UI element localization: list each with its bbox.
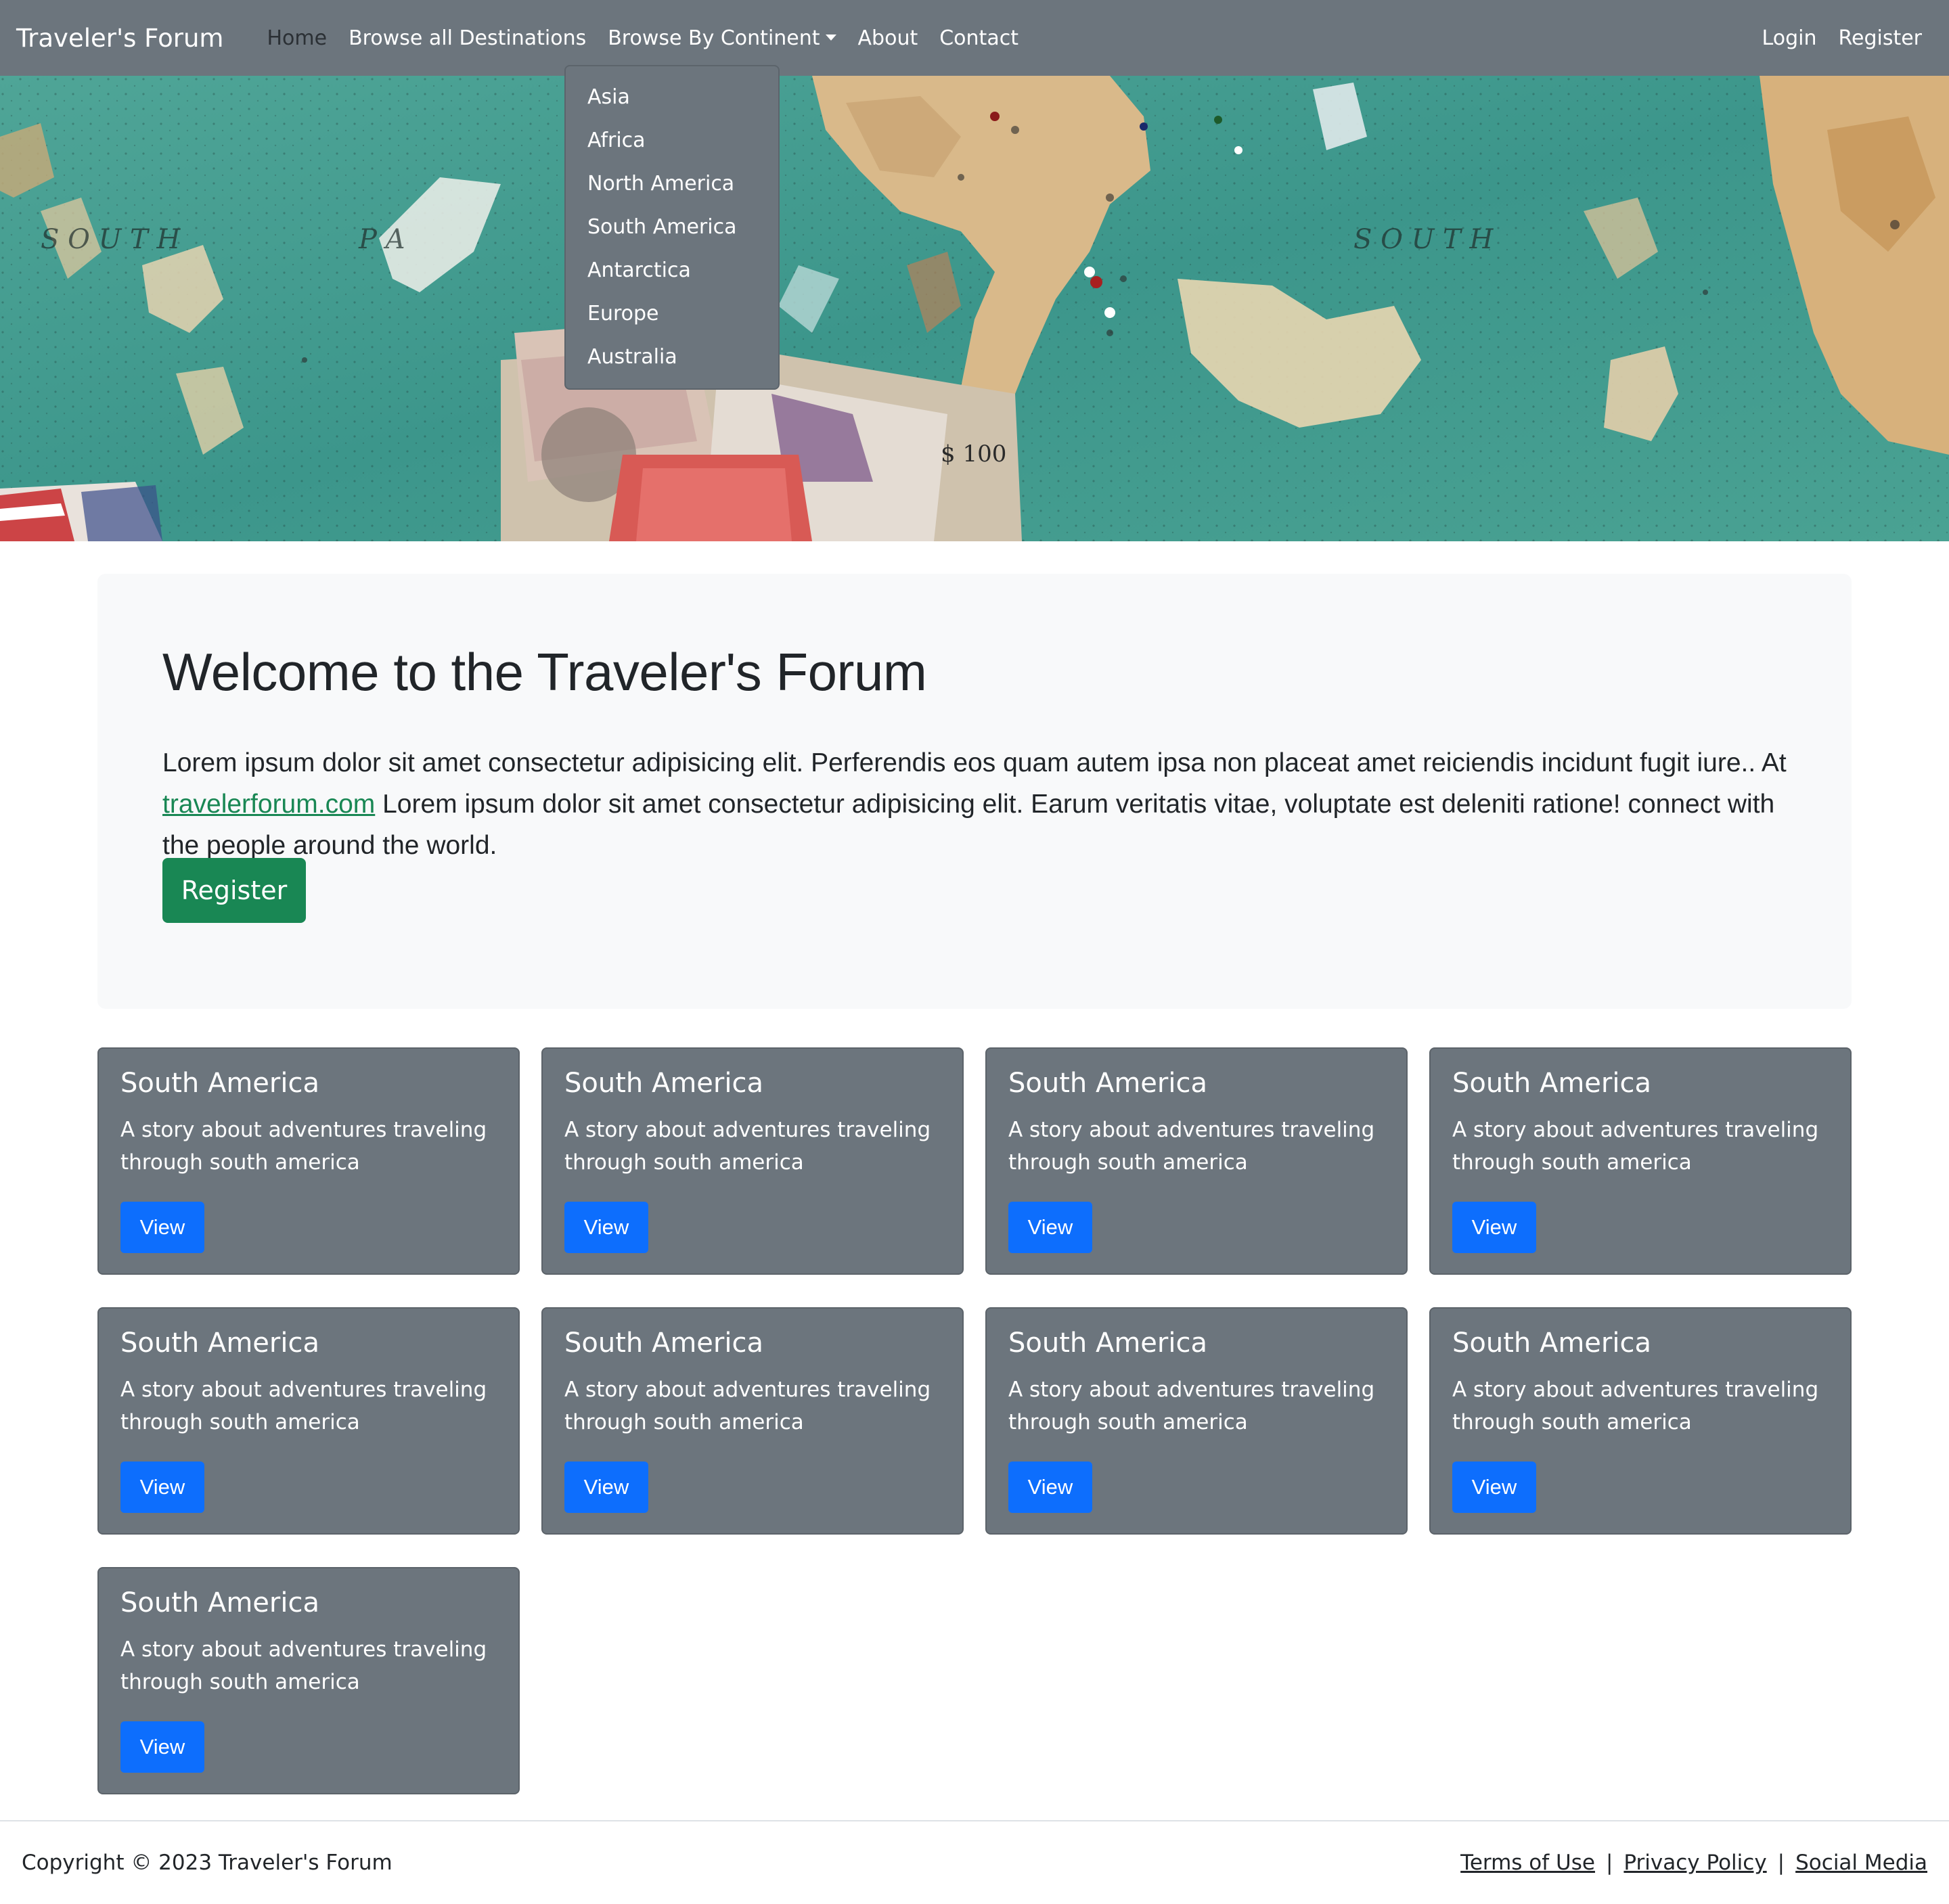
card-text: A story about adventures traveling throu… [1008, 1118, 1375, 1175]
card-text: A story about adventures traveling throu… [120, 1637, 487, 1694]
register-button[interactable]: Register [162, 858, 306, 923]
destination-card: South America A story about adventures t… [97, 1047, 520, 1275]
view-button[interactable]: View [1452, 1202, 1536, 1253]
card-title: South America [564, 1068, 763, 1099]
top-navbar: Traveler's Forum Home Browse all Destina… [0, 0, 1949, 76]
dropdown-item-north-america[interactable]: North America [566, 162, 778, 206]
nav-login-link[interactable]: Login [1751, 26, 1828, 50]
welcome-title: Welcome to the Traveler's Forum [162, 642, 927, 702]
view-button[interactable]: View [1452, 1461, 1536, 1513]
view-button[interactable]: View [120, 1202, 204, 1253]
lead-text-part-2: Lorem ipsum dolor sit amet consectetur a… [162, 790, 1775, 860]
destination-card: South America A story about adventures t… [985, 1307, 1408, 1535]
dropdown-item-africa[interactable]: Africa [566, 119, 778, 162]
footer-separator: | [1777, 1851, 1785, 1875]
view-button[interactable]: View [1008, 1461, 1092, 1513]
dropdown-item-asia[interactable]: Asia [566, 76, 778, 119]
world-map-illustration: S O U T H P A S O U T H $ 100 [0, 76, 1949, 541]
map-label-2: P A [358, 224, 405, 255]
dropdown-item-south-america[interactable]: South America [566, 206, 778, 249]
social-media-link[interactable]: Social Media [1795, 1851, 1927, 1875]
card-text: A story about adventures traveling throu… [120, 1118, 487, 1175]
destination-card: South America A story about adventures t… [1429, 1047, 1852, 1275]
view-button[interactable]: View [120, 1721, 204, 1773]
card-title: South America [1008, 1328, 1207, 1359]
nav-browse-continent-dropdown-toggle[interactable]: Browse By Continent [597, 26, 847, 50]
footer-separator: | [1605, 1851, 1613, 1875]
view-button[interactable]: View [564, 1461, 648, 1513]
nav-links: Home Browse all Destinations Browse By C… [256, 26, 1029, 50]
card-text: A story about adventures traveling throu… [564, 1378, 931, 1434]
card-title: South America [564, 1328, 763, 1359]
dropdown-item-antarctica[interactable]: Antarctica [566, 249, 778, 292]
nav-contact-link[interactable]: Contact [928, 26, 1029, 50]
map-label-3: S O U T H [1353, 224, 1494, 255]
lead-text-part-1: Lorem ipsum dolor sit amet consectetur a… [162, 748, 1787, 777]
copyright-text: Copyright © 2023 Traveler's Forum [22, 1851, 393, 1875]
welcome-jumbotron: Welcome to the Traveler's Forum Lorem ip… [97, 574, 1852, 1009]
card-title: South America [1452, 1068, 1651, 1099]
footer-links: Terms of Use | Privacy Policy | Social M… [1460, 1851, 1927, 1875]
dropdown-item-australia[interactable]: Australia [566, 336, 778, 379]
nav-register-link[interactable]: Register [1827, 26, 1933, 50]
destination-card: South America A story about adventures t… [97, 1567, 520, 1794]
card-title: South America [120, 1587, 319, 1618]
destination-card: South America A story about adventures t… [1429, 1307, 1852, 1535]
destination-card: South America A story about adventures t… [985, 1047, 1408, 1275]
view-button[interactable]: View [564, 1202, 648, 1253]
travelerforum-link[interactable]: travelerforum.com [162, 790, 375, 819]
browse-continent-label: Browse By Continent [608, 26, 820, 50]
dropdown-item-europe[interactable]: Europe [566, 292, 778, 336]
card-text: A story about adventures traveling throu… [564, 1118, 931, 1175]
view-button[interactable]: View [120, 1461, 204, 1513]
terms-of-use-link[interactable]: Terms of Use [1460, 1851, 1595, 1875]
destination-card: South America A story about adventures t… [541, 1047, 964, 1275]
nav-home-link[interactable]: Home [256, 26, 338, 50]
nav-auth-links: Login Register [1751, 26, 1933, 50]
card-title: South America [1008, 1068, 1207, 1099]
card-text: A story about adventures traveling throu… [1452, 1118, 1819, 1175]
card-title: South America [120, 1328, 319, 1359]
brand-logo-text[interactable]: Traveler's Forum [16, 24, 223, 53]
privacy-policy-link[interactable]: Privacy Policy [1623, 1851, 1766, 1875]
card-text: A story about adventures traveling throu… [1008, 1378, 1375, 1434]
card-text: A story about adventures traveling throu… [1452, 1378, 1819, 1434]
nav-about-link[interactable]: About [847, 26, 929, 50]
caret-down-icon [825, 34, 836, 41]
banknote-text: $ 100 [941, 440, 1006, 468]
card-title: South America [1452, 1328, 1651, 1359]
card-text: A story about adventures traveling throu… [120, 1378, 487, 1434]
card-title: South America [120, 1068, 319, 1099]
destination-card: South America A story about adventures t… [541, 1307, 964, 1535]
map-label-1: S O U T H [41, 224, 181, 255]
view-button[interactable]: View [1008, 1202, 1092, 1253]
continent-dropdown-menu: Asia Africa North America South America … [564, 65, 780, 390]
hero-map-image: S O U T H P A S O U T H $ 100 [0, 76, 1949, 541]
page-footer: Copyright © 2023 Traveler's Forum Terms … [0, 1820, 1949, 1904]
destination-card: South America A story about adventures t… [97, 1307, 520, 1535]
nav-browse-all-link[interactable]: Browse all Destinations [338, 26, 597, 50]
welcome-lead-text: Lorem ipsum dolor sit amet consectetur a… [162, 742, 1787, 866]
